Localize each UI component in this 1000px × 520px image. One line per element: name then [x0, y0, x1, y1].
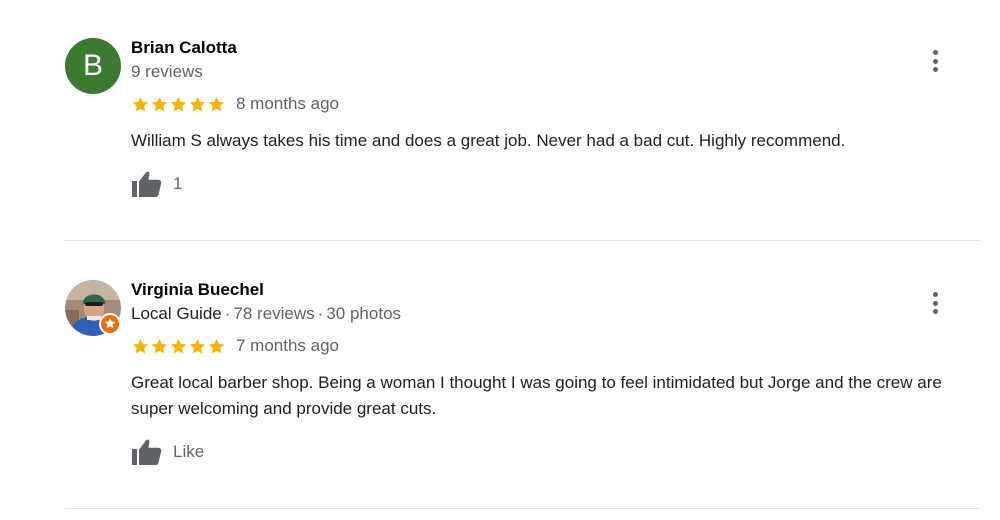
star-icon	[188, 95, 207, 114]
divider	[65, 508, 980, 509]
review-time: 8 months ago	[236, 94, 340, 113]
rating-row: 7 months ago	[131, 336, 339, 356]
more-vert-icon	[932, 292, 938, 297]
more-options-button[interactable]	[926, 48, 944, 74]
more-vert-icon	[932, 58, 938, 64]
star-icon	[150, 95, 169, 114]
local-guide-badge-icon	[99, 313, 121, 335]
like-count: 1	[173, 174, 183, 193]
review-text: Great local barber shop. Being a woman I…	[131, 373, 942, 418]
star-icon	[131, 95, 150, 114]
more-vert-icon	[932, 67, 938, 72]
more-options-button[interactable]	[926, 290, 944, 316]
more-vert-icon	[932, 300, 938, 306]
local-guide-label: Local Guide	[131, 304, 222, 323]
star-icon	[131, 337, 150, 356]
review-card: B Brian Calotta 9 reviews 8 months ago W…	[0, 0, 1000, 240]
review-time: 7 months ago	[236, 336, 340, 355]
star-icon	[207, 95, 226, 114]
more-vert-icon	[932, 309, 938, 314]
star-icon	[188, 337, 207, 356]
star-icon	[169, 95, 188, 114]
reviewer-meta: Local Guide · 78 reviews · 30 photos	[131, 304, 401, 324]
thumbs-up-icon	[132, 171, 162, 197]
like-button[interactable]: Like	[131, 436, 204, 468]
reviews-count: 9 reviews	[131, 62, 203, 81]
review-text: William S always takes his time and does…	[131, 131, 846, 150]
thumbs-up-icon	[132, 439, 162, 465]
star-icon	[169, 337, 188, 356]
photos-count: 30 photos	[326, 304, 402, 323]
separator: ·	[224, 304, 231, 323]
like-label: Like	[173, 442, 205, 461]
like-button[interactable]: 1	[131, 168, 182, 200]
reviews-count: 78 reviews	[233, 304, 315, 323]
reviewer-name[interactable]: Brian Calotta	[131, 38, 237, 58]
star-icon	[150, 337, 169, 356]
avatar[interactable]: B	[65, 38, 121, 94]
rating-row: 8 months ago	[131, 94, 339, 114]
star-icon	[207, 337, 226, 356]
reviewer-name[interactable]: Virginia Buechel	[131, 280, 264, 300]
review-card: Virginia Buechel Local Guide · 78 reviews ·…	[0, 242, 1000, 508]
divider	[65, 240, 980, 241]
reviewer-meta: 9 reviews	[131, 62, 203, 82]
separator: ·	[317, 304, 324, 323]
avatar[interactable]	[65, 280, 121, 336]
more-vert-icon	[932, 50, 938, 55]
